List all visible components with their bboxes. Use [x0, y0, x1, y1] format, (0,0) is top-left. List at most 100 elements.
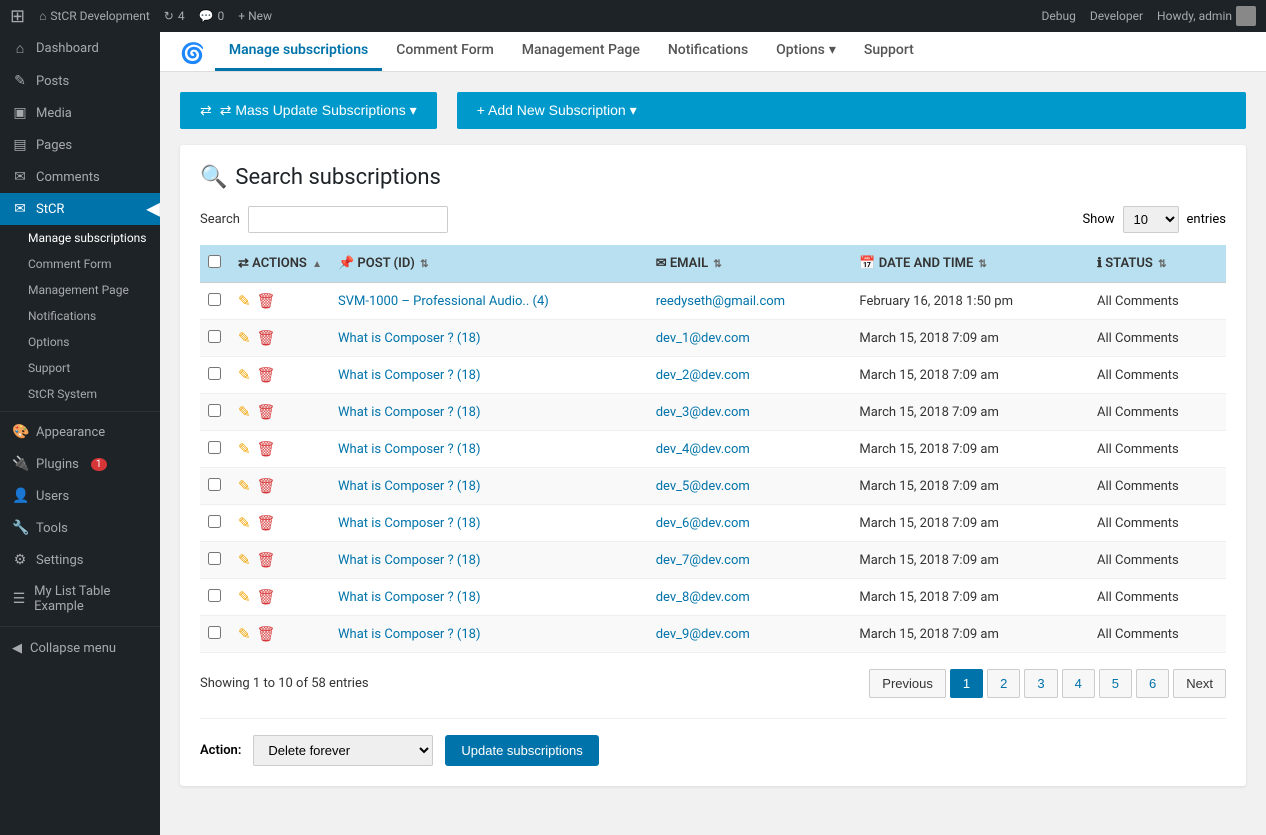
- previous-button[interactable]: Previous: [869, 669, 946, 698]
- delete-icon[interactable]: 🗑: [257, 477, 276, 495]
- sidebar-item-tools[interactable]: 🔧 Tools: [0, 512, 160, 544]
- edit-icon[interactable]: ✎: [238, 292, 251, 310]
- email-link[interactable]: dev_6@dev.com: [656, 516, 750, 531]
- entries-per-page-select[interactable]: 10 25 50 100: [1123, 206, 1179, 233]
- date-column-header[interactable]: 📅 DATE AND TIME ⇅: [851, 245, 1089, 283]
- status-column-header[interactable]: ℹ STATUS ⇅: [1089, 245, 1226, 283]
- edit-icon[interactable]: ✎: [238, 329, 251, 347]
- page-6-button[interactable]: 6: [1136, 669, 1169, 698]
- row-checkbox-0[interactable]: [208, 293, 221, 306]
- page-4-button[interactable]: 4: [1062, 669, 1095, 698]
- sidebar-item-media[interactable]: ▣ Media: [0, 97, 160, 129]
- mass-update-button[interactable]: ⇄ ⇄ Mass Update Subscriptions ▾: [180, 92, 437, 129]
- sidebar-item-my-list-table[interactable]: ☰ My List Table Example: [0, 576, 160, 622]
- delete-icon[interactable]: 🗑: [257, 625, 276, 643]
- row-checkbox-2[interactable]: [208, 367, 221, 380]
- delete-icon[interactable]: 🗑: [257, 366, 276, 384]
- collapse-menu-button[interactable]: ◀ Collapse menu: [0, 631, 160, 666]
- delete-icon[interactable]: 🗑: [257, 403, 276, 421]
- sidebar-item-dashboard[interactable]: ⌂ Dashboard: [0, 32, 160, 65]
- email-link[interactable]: dev_5@dev.com: [656, 479, 750, 494]
- sidebar-sub-comment-form[interactable]: Comment Form: [0, 251, 160, 277]
- sidebar-item-pages[interactable]: ▤ Pages: [0, 129, 160, 161]
- row-checkbox-6[interactable]: [208, 515, 221, 528]
- sidebar-sub-management-page[interactable]: Management Page: [0, 277, 160, 303]
- sidebar-item-plugins[interactable]: 🔌 Plugins 1: [0, 448, 160, 480]
- sidebar-sub-notifications[interactable]: Notifications: [0, 303, 160, 329]
- sidebar-item-stcr[interactable]: ✉ StCR ◀: [0, 193, 160, 225]
- post-link[interactable]: What is Composer ? (18): [338, 479, 481, 494]
- tab-notifications[interactable]: Notifications: [654, 32, 762, 71]
- tab-support[interactable]: Support: [850, 32, 928, 71]
- wp-logo-icon[interactable]: ⊞: [10, 6, 25, 27]
- sidebar-item-settings[interactable]: ⚙ Settings: [0, 544, 160, 576]
- tab-comment-form[interactable]: Comment Form: [382, 32, 508, 71]
- comments-item[interactable]: 💬 0: [199, 9, 225, 23]
- delete-icon[interactable]: 🗑: [257, 551, 276, 569]
- delete-icon[interactable]: 🗑: [257, 514, 276, 532]
- edit-icon[interactable]: ✎: [238, 625, 251, 643]
- howdy-item[interactable]: Howdy, admin: [1157, 6, 1256, 26]
- select-all-checkbox[interactable]: [208, 255, 221, 268]
- sidebar-sub-support[interactable]: Support: [0, 355, 160, 381]
- sidebar-item-posts[interactable]: ✎ Posts: [0, 65, 160, 97]
- delete-icon[interactable]: 🗑: [257, 292, 276, 310]
- email-link[interactable]: dev_7@dev.com: [656, 553, 750, 568]
- post-link[interactable]: What is Composer ? (18): [338, 590, 481, 605]
- post-link[interactable]: What is Composer ? (18): [338, 331, 481, 346]
- row-checkbox-7[interactable]: [208, 552, 221, 565]
- actions-column-header[interactable]: ⇄ ACTIONS ▲: [230, 245, 330, 283]
- post-link[interactable]: What is Composer ? (18): [338, 405, 481, 420]
- row-checkbox-5[interactable]: [208, 478, 221, 491]
- sidebar-sub-manage-subscriptions[interactable]: Manage subscriptions: [0, 225, 160, 251]
- tab-manage-subscriptions[interactable]: Manage subscriptions: [215, 32, 382, 71]
- edit-icon[interactable]: ✎: [238, 514, 251, 532]
- post-link[interactable]: What is Composer ? (18): [338, 442, 481, 457]
- edit-icon[interactable]: ✎: [238, 403, 251, 421]
- post-link[interactable]: What is Composer ? (18): [338, 553, 481, 568]
- page-2-button[interactable]: 2: [987, 669, 1020, 698]
- email-link[interactable]: dev_9@dev.com: [656, 627, 750, 642]
- delete-icon[interactable]: 🗑: [257, 440, 276, 458]
- edit-icon[interactable]: ✎: [238, 588, 251, 606]
- sidebar-sub-stcr-system[interactable]: StCR System: [0, 381, 160, 407]
- tab-options[interactable]: Options ▾: [762, 32, 850, 71]
- edit-icon[interactable]: ✎: [238, 551, 251, 569]
- post-column-header[interactable]: 📌 POST (ID) ⇅: [330, 245, 648, 283]
- post-link[interactable]: What is Composer ? (18): [338, 516, 481, 531]
- row-checkbox-4[interactable]: [208, 441, 221, 454]
- update-subscriptions-button[interactable]: Update subscriptions: [445, 735, 598, 766]
- email-link[interactable]: reedyseth@gmail.com: [656, 294, 785, 309]
- developer-link[interactable]: Developer: [1090, 9, 1143, 23]
- post-link[interactable]: SVM-1000 – Professional Audio.. (4): [338, 294, 549, 309]
- page-1-button[interactable]: 1: [950, 669, 983, 698]
- new-content-item[interactable]: + New: [238, 9, 272, 23]
- email-link[interactable]: dev_2@dev.com: [656, 368, 750, 383]
- add-new-subscription-button[interactable]: + Add New Subscription ▾: [457, 92, 1246, 129]
- tab-management-page[interactable]: Management Page: [508, 32, 654, 71]
- delete-icon[interactable]: 🗑: [257, 329, 276, 347]
- row-checkbox-1[interactable]: [208, 330, 221, 343]
- post-link[interactable]: What is Composer ? (18): [338, 627, 481, 642]
- updates-item[interactable]: ↻ 4: [164, 9, 185, 23]
- email-column-header[interactable]: ✉ EMAIL ⇅: [648, 245, 852, 283]
- row-checkbox-8[interactable]: [208, 589, 221, 602]
- email-link[interactable]: dev_4@dev.com: [656, 442, 750, 457]
- debug-link[interactable]: Debug: [1042, 9, 1076, 23]
- search-input[interactable]: [248, 206, 448, 233]
- edit-icon[interactable]: ✎: [238, 366, 251, 384]
- post-link[interactable]: What is Composer ? (18): [338, 368, 481, 383]
- page-5-button[interactable]: 5: [1099, 669, 1132, 698]
- email-link[interactable]: dev_8@dev.com: [656, 590, 750, 605]
- sidebar-item-appearance[interactable]: 🎨 Appearance: [0, 416, 160, 448]
- row-checkbox-3[interactable]: [208, 404, 221, 417]
- row-checkbox-9[interactable]: [208, 626, 221, 639]
- site-name[interactable]: ⌂ StCR Development: [39, 9, 150, 23]
- bulk-action-select[interactable]: Delete forever: [253, 735, 433, 766]
- edit-icon[interactable]: ✎: [238, 477, 251, 495]
- edit-icon[interactable]: ✎: [238, 440, 251, 458]
- page-3-button[interactable]: 3: [1024, 669, 1057, 698]
- sidebar-item-users[interactable]: 👤 Users: [0, 480, 160, 512]
- delete-icon[interactable]: 🗑: [257, 588, 276, 606]
- email-link[interactable]: dev_1@dev.com: [656, 331, 750, 346]
